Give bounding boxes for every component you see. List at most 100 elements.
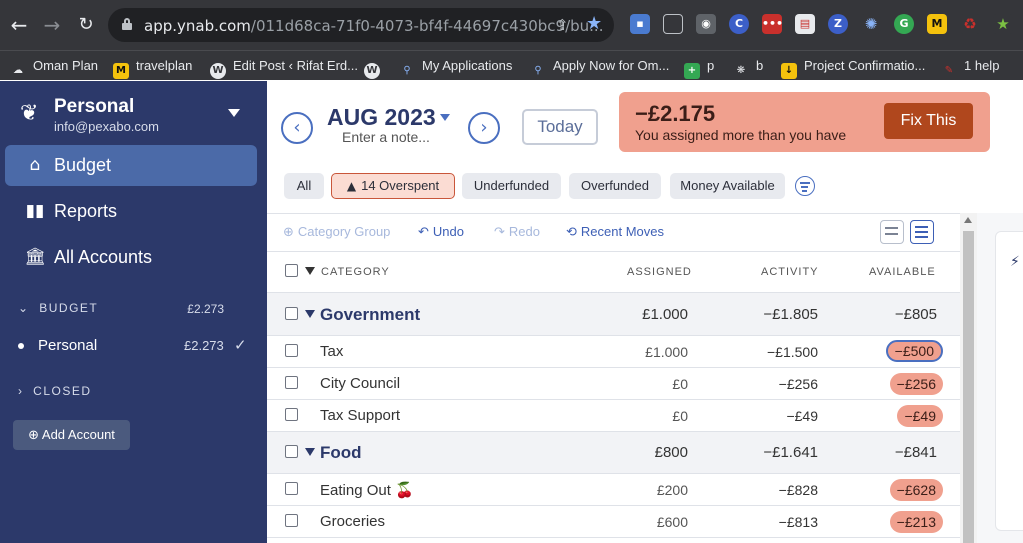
- available-pill[interactable]: −£213: [889, 511, 943, 533]
- available-pill[interactable]: −£256: [889, 373, 943, 395]
- bookmark-travelplan[interactable]: Mtravelplan: [113, 55, 192, 79]
- chevron-down-icon[interactable]: [228, 109, 240, 117]
- fix-this-button[interactable]: Fix This: [884, 103, 973, 139]
- group-name[interactable]: Food: [320, 443, 362, 463]
- category-row[interactable]: Eating Out 🍒 £200 −£828 −£628: [267, 474, 960, 506]
- row-checkbox[interactable]: [285, 307, 298, 320]
- budget-section-toggle[interactable]: ⌄ BUDGET: [18, 301, 98, 315]
- category-group-row[interactable]: Food £800 −£1.641 −£841: [267, 432, 960, 474]
- category-row[interactable]: City Council £0 −£256 −£256: [267, 368, 960, 400]
- collapse-group-icon[interactable]: [305, 448, 315, 456]
- m-extension-icon[interactable]: M: [927, 14, 947, 34]
- next-month-button[interactable]: ›: [468, 112, 500, 144]
- category-name[interactable]: Tax Support: [320, 407, 400, 424]
- category-assigned[interactable]: £1.000: [645, 344, 688, 360]
- category-activity[interactable]: −£828: [779, 482, 818, 498]
- list-view-icon[interactable]: [910, 220, 934, 244]
- closed-section-toggle[interactable]: › CLOSED: [18, 384, 92, 398]
- month-note-input[interactable]: Enter a note...: [342, 129, 430, 145]
- nav-all-accounts[interactable]: 🏛 All Accounts: [5, 237, 257, 278]
- collapse-group-icon[interactable]: [305, 310, 315, 318]
- extension-icon[interactable]: ▪: [630, 14, 650, 34]
- bookmark-star-icon[interactable]: ★: [586, 13, 602, 34]
- screenshot-extension-icon[interactable]: [663, 14, 683, 34]
- filter-settings-icon[interactable]: [795, 176, 815, 196]
- row-checkbox[interactable]: [285, 344, 298, 357]
- filter-underfunded[interactable]: Underfunded: [462, 173, 561, 199]
- z-extension-icon[interactable]: Z: [828, 14, 848, 34]
- category-assigned[interactable]: £0: [672, 376, 688, 392]
- dots-extension-icon[interactable]: •••: [762, 14, 783, 34]
- g-extension-icon[interactable]: G: [894, 14, 914, 34]
- category-activity[interactable]: −£49: [786, 408, 818, 424]
- row-checkbox[interactable]: [285, 445, 298, 458]
- scroll-thumb[interactable]: [963, 231, 974, 543]
- select-all-checkbox[interactable]: [285, 264, 298, 277]
- filter-all[interactable]: All: [284, 173, 324, 199]
- category-name[interactable]: Tax: [320, 343, 343, 360]
- category-assigned[interactable]: £200: [657, 482, 688, 498]
- undo-button[interactable]: ↶ Undo: [418, 224, 464, 240]
- available-pill[interactable]: −£628: [889, 479, 943, 501]
- nav-budget[interactable]: ⌂ Budget: [5, 145, 257, 186]
- prev-month-button[interactable]: ‹: [281, 112, 313, 144]
- category-activity[interactable]: −£1.500: [767, 344, 818, 360]
- recent-moves-button[interactable]: ⟲ Recent Moves: [566, 224, 664, 240]
- category-group-row[interactable]: Government £1.000 −£1.805 −£805: [267, 292, 960, 336]
- available-pill[interactable]: −£49: [897, 405, 943, 427]
- back-icon[interactable]: ←: [8, 14, 30, 36]
- row-checkbox[interactable]: [285, 408, 298, 421]
- group-name[interactable]: Government: [320, 305, 420, 325]
- category-activity[interactable]: −£813: [779, 514, 818, 530]
- filter-overfunded[interactable]: Overfunded: [569, 173, 661, 199]
- history-icon: ⟲: [566, 225, 577, 240]
- category-row[interactable]: Tax £1.000 −£1.500 −£500: [267, 336, 960, 368]
- add-account-button[interactable]: ⊕ Add Account: [13, 420, 130, 450]
- category-row[interactable]: Groceries £600 −£813 −£213: [267, 506, 960, 538]
- collapse-all-icon[interactable]: [305, 267, 315, 275]
- puzzle-extension-icon[interactable]: ★: [993, 14, 1013, 34]
- gear-extension-icon[interactable]: ✺: [861, 14, 881, 34]
- category-row[interactable]: Tax Support £0 −£49 −£49: [267, 400, 960, 432]
- month-caret-icon[interactable]: [440, 114, 450, 121]
- row-checkbox[interactable]: [285, 376, 298, 389]
- bookmark-wordpress[interactable]: W: [364, 55, 384, 79]
- lightning-icon[interactable]: ⚡: [1010, 254, 1020, 270]
- redo-button[interactable]: ↷ Redo: [494, 224, 540, 240]
- bookmark-apply-now[interactable]: ⚲ Apply Now for Om...: [530, 55, 669, 77]
- camera-extension-icon[interactable]: ◉: [696, 14, 716, 34]
- column-available: AVAILABLE: [869, 266, 936, 278]
- category-name[interactable]: Eating Out 🍒: [320, 481, 414, 499]
- available-pill[interactable]: −£500: [885, 340, 943, 362]
- bookmark-1-help[interactable]: ✎ 1 help: [941, 55, 1000, 77]
- category-activity[interactable]: −£256: [779, 376, 818, 392]
- category-assigned[interactable]: £0: [672, 408, 688, 424]
- nav-reports[interactable]: ▮▮ Reports: [5, 191, 257, 232]
- category-name[interactable]: Groceries: [320, 513, 385, 530]
- today-button[interactable]: Today: [522, 109, 598, 145]
- filter-money-available[interactable]: Money Available: [670, 173, 785, 199]
- bookmark-my-applications[interactable]: ⚲ My Applications: [399, 55, 512, 77]
- table-scrollbar[interactable]: [960, 213, 977, 543]
- bookmark-edit-post[interactable]: W Edit Post ‹ Rifat Erd...: [210, 55, 358, 79]
- forward-icon[interactable]: →: [41, 14, 63, 36]
- bookmark-p[interactable]: + p: [684, 55, 714, 79]
- share-icon[interactable]: ⇪: [556, 16, 569, 34]
- row-checkbox[interactable]: [285, 482, 298, 495]
- scroll-up-icon[interactable]: [964, 217, 972, 223]
- category-assigned[interactable]: £600: [657, 514, 688, 530]
- add-category-group-button[interactable]: ⊕ Category Group: [283, 224, 390, 240]
- address-bar[interactable]: app.ynab.com/011d68ca-71f0-4073-bf4f-446…: [108, 8, 614, 42]
- c-extension-icon[interactable]: C: [729, 14, 749, 34]
- row-checkbox[interactable]: [285, 514, 298, 527]
- month-selector[interactable]: AUG 2023: [327, 104, 436, 131]
- filter-overspent[interactable]: ▲ 14 Overspent: [331, 173, 455, 199]
- recycle-extension-icon[interactable]: ♻: [960, 14, 980, 34]
- bookmark-project-confirmation[interactable]: ↓ Project Confirmatio...: [781, 55, 925, 79]
- bookmark-b[interactable]: ❋ b: [733, 55, 763, 77]
- category-name[interactable]: City Council: [320, 375, 400, 392]
- compact-view-icon[interactable]: [880, 220, 904, 244]
- bookmark-oman-plan[interactable]: ☁ Oman Plan: [10, 55, 98, 77]
- file-extension-icon[interactable]: ▤: [795, 14, 815, 34]
- reload-icon[interactable]: ↻: [75, 14, 97, 36]
